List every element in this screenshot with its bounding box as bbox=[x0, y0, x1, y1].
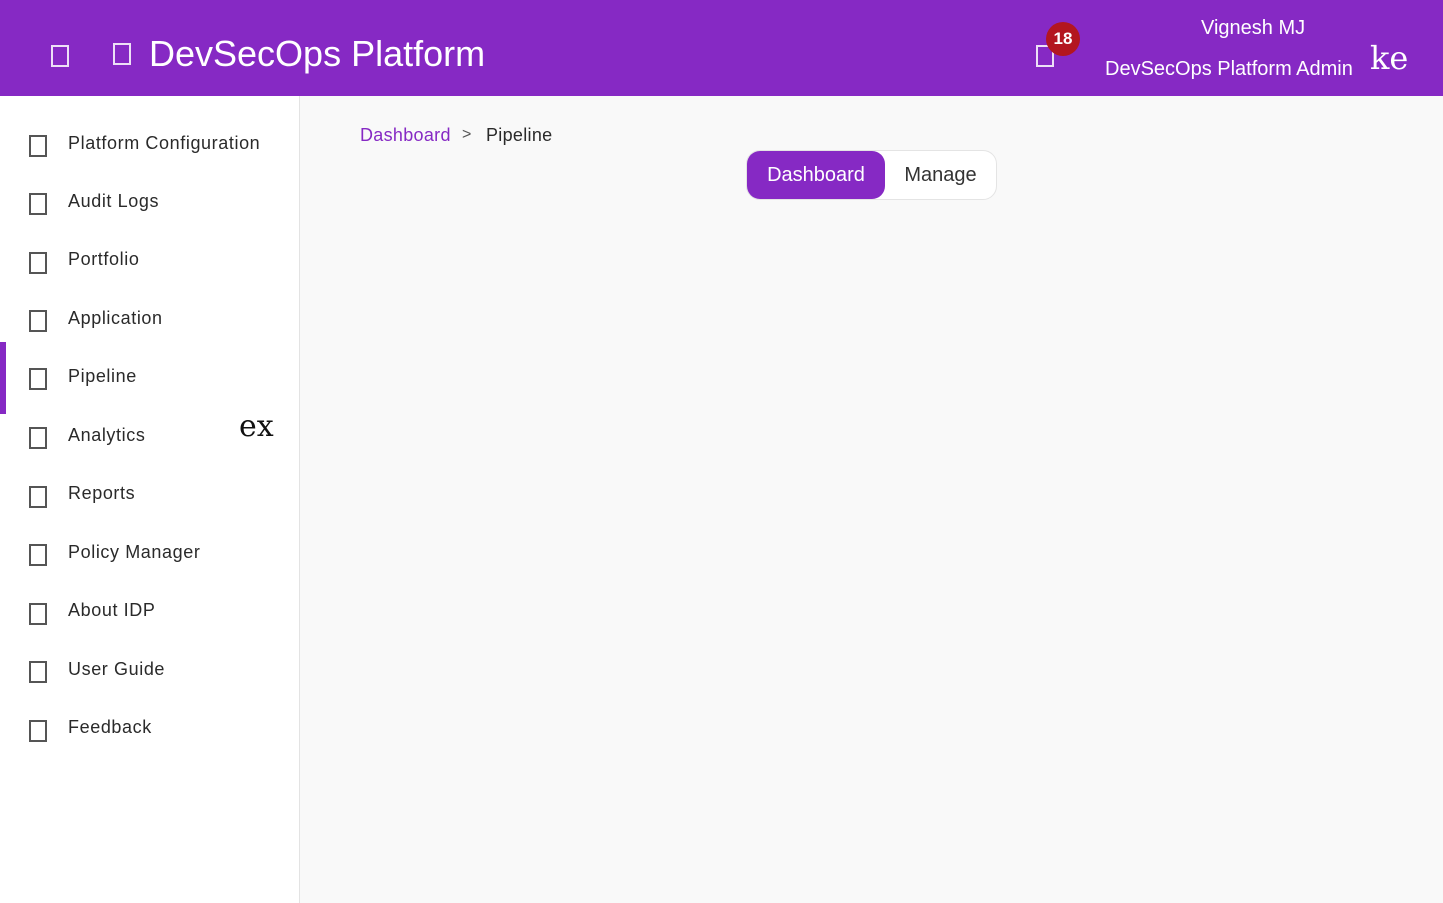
notification-badge: 18 bbox=[1046, 22, 1080, 56]
guide-icon bbox=[29, 661, 47, 683]
app-title: DevSecOps Platform bbox=[149, 33, 486, 74]
sidebar-item-policy-manager[interactable]: Policy Manager bbox=[0, 537, 299, 595]
sidebar-item-label: Pipeline bbox=[68, 366, 137, 386]
app-icon bbox=[113, 43, 131, 65]
sidebar-item-about-idp[interactable]: About IDP bbox=[0, 595, 299, 653]
breadcrumb-separator: > bbox=[462, 126, 472, 143]
breadcrumb-current: Pipeline bbox=[486, 125, 553, 145]
toggle-manage-button[interactable]: Manage bbox=[885, 151, 996, 199]
settings-icon bbox=[29, 135, 47, 157]
sidebar-item-platform-configuration[interactable]: Platform Configuration bbox=[0, 127, 299, 185]
user-role: DevSecOps Platform Admin bbox=[1105, 58, 1353, 80]
application-icon bbox=[29, 310, 47, 332]
sidebar-item-label: Application bbox=[68, 308, 163, 328]
user-menu-glyph[interactable]: ke bbox=[1370, 40, 1407, 76]
top-app-bar: DevSecOps Platform 18 Vignesh MJ DevSecO… bbox=[0, 0, 1443, 96]
sidebar-item-label: About IDP bbox=[68, 600, 156, 620]
sidebar-item-label: Portfolio bbox=[68, 249, 140, 269]
sidebar-item-label: Analytics bbox=[68, 425, 146, 445]
sidebar-item-label: Reports bbox=[68, 483, 136, 503]
analytics-icon bbox=[29, 427, 47, 449]
breadcrumb-link-dashboard[interactable]: Dashboard bbox=[360, 124, 451, 146]
sidebar-expand-glyph[interactable]: ex bbox=[239, 410, 275, 444]
portfolio-icon bbox=[29, 252, 47, 274]
sidebar-item-feedback[interactable]: Feedback bbox=[0, 712, 299, 770]
feedback-icon bbox=[29, 720, 47, 742]
sidebar-item-label: User Guide bbox=[68, 659, 166, 679]
sidebar-item-portfolio[interactable]: Portfolio bbox=[0, 244, 299, 302]
sidebar-item-label: Platform Configuration bbox=[68, 133, 261, 153]
sidebar-item-label: Policy Manager bbox=[68, 542, 201, 562]
sidebar-item-pipeline[interactable]: Pipeline bbox=[0, 342, 299, 414]
sidebar: Platform Configuration Audit Logs Portfo… bbox=[0, 96, 300, 903]
sidebar-item-label: Feedback bbox=[68, 717, 152, 737]
toggle-dashboard-button[interactable]: Dashboard bbox=[747, 151, 885, 199]
menu-icon[interactable] bbox=[51, 45, 69, 67]
sidebar-item-user-guide[interactable]: User Guide bbox=[0, 654, 299, 712]
user-name[interactable]: Vignesh MJ bbox=[1201, 16, 1305, 40]
view-toggle: Dashboard Manage bbox=[746, 150, 997, 200]
reports-icon bbox=[29, 486, 47, 508]
sidebar-item-label: Audit Logs bbox=[68, 191, 160, 211]
info-icon bbox=[29, 603, 47, 625]
sidebar-item-audit-logs[interactable]: Audit Logs bbox=[0, 186, 299, 244]
pipeline-icon bbox=[29, 368, 47, 390]
policy-icon bbox=[29, 544, 47, 566]
sidebar-item-reports[interactable]: Reports bbox=[0, 478, 299, 536]
audit-icon bbox=[29, 193, 47, 215]
